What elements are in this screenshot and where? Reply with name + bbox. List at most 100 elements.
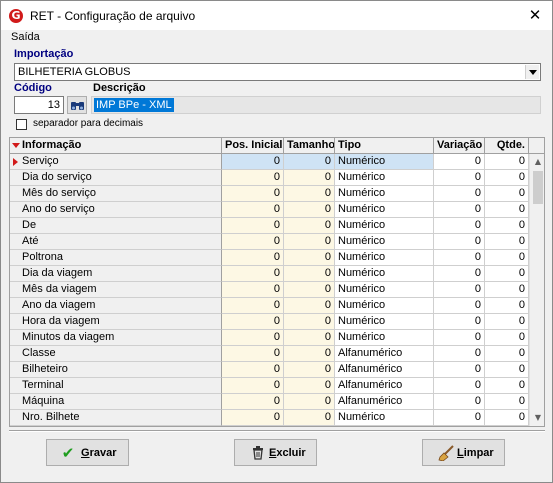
cell-variacao[interactable]: 0 <box>434 314 485 330</box>
cell-variacao[interactable]: 0 <box>434 186 485 202</box>
codigo-field[interactable]: 13 <box>14 96 64 114</box>
cell-tipo[interactable]: Numérico <box>335 314 434 330</box>
cell-tipo[interactable]: Numérico <box>335 250 434 266</box>
vertical-scrollbar[interactable]: ▲ ▼ <box>529 154 544 426</box>
table-row[interactable]: Ano da viagem 0 0 Numérico 0 0 <box>10 298 529 314</box>
importacao-select[interactable]: BILHETERIA GLOBUS <box>14 63 541 81</box>
cell-tamanho[interactable]: 0 <box>284 202 335 218</box>
cell-tamanho[interactable]: 0 <box>284 394 335 410</box>
col-tipo[interactable]: Tipo <box>335 138 434 154</box>
cell-pos-inicial[interactable]: 0 <box>222 298 284 314</box>
cell-tamanho[interactable]: 0 <box>284 250 335 266</box>
cell-pos-inicial[interactable]: 0 <box>222 250 284 266</box>
cell-qtde[interactable]: 0 <box>485 186 529 202</box>
cell-variacao[interactable]: 0 <box>434 202 485 218</box>
cell-qtde[interactable]: 0 <box>485 282 529 298</box>
chevron-down-icon[interactable] <box>525 65 539 79</box>
cell-tamanho[interactable]: 0 <box>284 186 335 202</box>
cell-qtde[interactable]: 0 <box>485 394 529 410</box>
cell-variacao[interactable]: 0 <box>434 410 485 426</box>
table-row[interactable]: Dia do serviço 0 0 Numérico 0 0 <box>10 170 529 186</box>
col-qtde[interactable]: Qtde. <box>485 138 529 154</box>
table-row[interactable]: Máquina 0 0 Alfanumérico 0 0 <box>10 394 529 410</box>
cell-pos-inicial[interactable]: 0 <box>222 202 284 218</box>
cell-tamanho[interactable]: 0 <box>284 266 335 282</box>
cell-tamanho[interactable]: 0 <box>284 330 335 346</box>
table-row[interactable]: Hora da viagem 0 0 Numérico 0 0 <box>10 314 529 330</box>
fields-grid[interactable]: Informação Pos. Inicial Tamanho Tipo Var… <box>9 137 545 427</box>
table-row[interactable]: Até 0 0 Numérico 0 0 <box>10 234 529 250</box>
cell-qtde[interactable]: 0 <box>485 234 529 250</box>
col-informacao[interactable]: Informação <box>10 138 222 154</box>
col-tamanho[interactable]: Tamanho <box>284 138 335 154</box>
cell-pos-inicial[interactable]: 0 <box>222 394 284 410</box>
cell-tamanho[interactable]: 0 <box>284 314 335 330</box>
cell-tamanho[interactable]: 0 <box>284 410 335 426</box>
cell-variacao[interactable]: 0 <box>434 282 485 298</box>
cell-qtde[interactable]: 0 <box>485 170 529 186</box>
cell-informacao[interactable]: Classe <box>10 346 222 362</box>
menu-saida[interactable]: Saída <box>11 31 40 43</box>
table-row[interactable]: Minutos da viagem 0 0 Numérico 0 0 <box>10 330 529 346</box>
cell-qtde[interactable]: 0 <box>485 410 529 426</box>
cell-qtde[interactable]: 0 <box>485 202 529 218</box>
cell-informacao[interactable]: Máquina <box>10 394 222 410</box>
excluir-button[interactable]: Excluir <box>234 439 317 466</box>
separador-checkbox[interactable] <box>16 119 27 130</box>
cell-tamanho[interactable]: 0 <box>284 282 335 298</box>
cell-qtde[interactable]: 0 <box>485 346 529 362</box>
table-row[interactable]: Mês da viagem 0 0 Numérico 0 0 <box>10 282 529 298</box>
cell-variacao[interactable]: 0 <box>434 298 485 314</box>
cell-tamanho[interactable]: 0 <box>284 170 335 186</box>
cell-tamanho[interactable]: 0 <box>284 234 335 250</box>
cell-tipo[interactable]: Numérico <box>335 298 434 314</box>
cell-informacao[interactable]: Até <box>10 234 222 250</box>
cell-pos-inicial[interactable]: 0 <box>222 218 284 234</box>
cell-pos-inicial[interactable]: 0 <box>222 170 284 186</box>
cell-tipo[interactable]: Numérico <box>335 218 434 234</box>
cell-informacao[interactable]: Ano da viagem <box>10 298 222 314</box>
cell-variacao[interactable]: 0 <box>434 362 485 378</box>
cell-tipo[interactable]: Numérico <box>335 170 434 186</box>
scroll-up-icon[interactable]: ▲ <box>530 154 544 170</box>
table-row[interactable]: Nro. Bilhete 0 0 Numérico 0 0 <box>10 410 529 426</box>
cell-variacao[interactable]: 0 <box>434 330 485 346</box>
cell-pos-inicial[interactable]: 0 <box>222 154 284 170</box>
gravar-button[interactable]: ✔ Gravar <box>46 439 129 466</box>
col-pos-inicial[interactable]: Pos. Inicial <box>222 138 284 154</box>
cell-informacao[interactable]: Mês da viagem <box>10 282 222 298</box>
cell-variacao[interactable]: 0 <box>434 154 485 170</box>
cell-informacao[interactable]: De <box>10 218 222 234</box>
close-button[interactable]: ✕ <box>518 1 552 30</box>
cell-qtde[interactable]: 0 <box>485 378 529 394</box>
cell-qtde[interactable]: 0 <box>485 266 529 282</box>
cell-tamanho[interactable]: 0 <box>284 154 335 170</box>
table-row[interactable]: Terminal 0 0 Alfanumérico 0 0 <box>10 378 529 394</box>
table-row[interactable]: Poltrona 0 0 Numérico 0 0 <box>10 250 529 266</box>
cell-tipo[interactable]: Numérico <box>335 186 434 202</box>
cell-informacao[interactable]: Nro. Bilhete <box>10 410 222 426</box>
table-row[interactable]: Classe 0 0 Alfanumérico 0 0 <box>10 346 529 362</box>
cell-variacao[interactable]: 0 <box>434 250 485 266</box>
cell-informacao[interactable]: Serviço <box>10 154 222 170</box>
cell-tipo[interactable]: Alfanumérico <box>335 378 434 394</box>
cell-variacao[interactable]: 0 <box>434 170 485 186</box>
cell-tamanho[interactable]: 0 <box>284 298 335 314</box>
table-row[interactable]: De 0 0 Numérico 0 0 <box>10 218 529 234</box>
cell-qtde[interactable]: 0 <box>485 314 529 330</box>
cell-variacao[interactable]: 0 <box>434 346 485 362</box>
cell-qtde[interactable]: 0 <box>485 330 529 346</box>
cell-tipo[interactable]: Alfanumérico <box>335 346 434 362</box>
cell-informacao[interactable]: Ano do serviço <box>10 202 222 218</box>
cell-informacao[interactable]: Dia da viagem <box>10 266 222 282</box>
table-row[interactable]: Serviço 0 0 Numérico 0 0 <box>10 154 529 170</box>
cell-qtde[interactable]: 0 <box>485 154 529 170</box>
cell-qtde[interactable]: 0 <box>485 250 529 266</box>
cell-tamanho[interactable]: 0 <box>284 378 335 394</box>
cell-informacao[interactable]: Bilheteiro <box>10 362 222 378</box>
table-row[interactable]: Ano do serviço 0 0 Numérico 0 0 <box>10 202 529 218</box>
scroll-down-icon[interactable]: ▼ <box>530 410 544 426</box>
cell-informacao[interactable]: Poltrona <box>10 250 222 266</box>
cell-tipo[interactable]: Numérico <box>335 410 434 426</box>
limpar-button[interactable]: Limpar <box>422 439 505 466</box>
